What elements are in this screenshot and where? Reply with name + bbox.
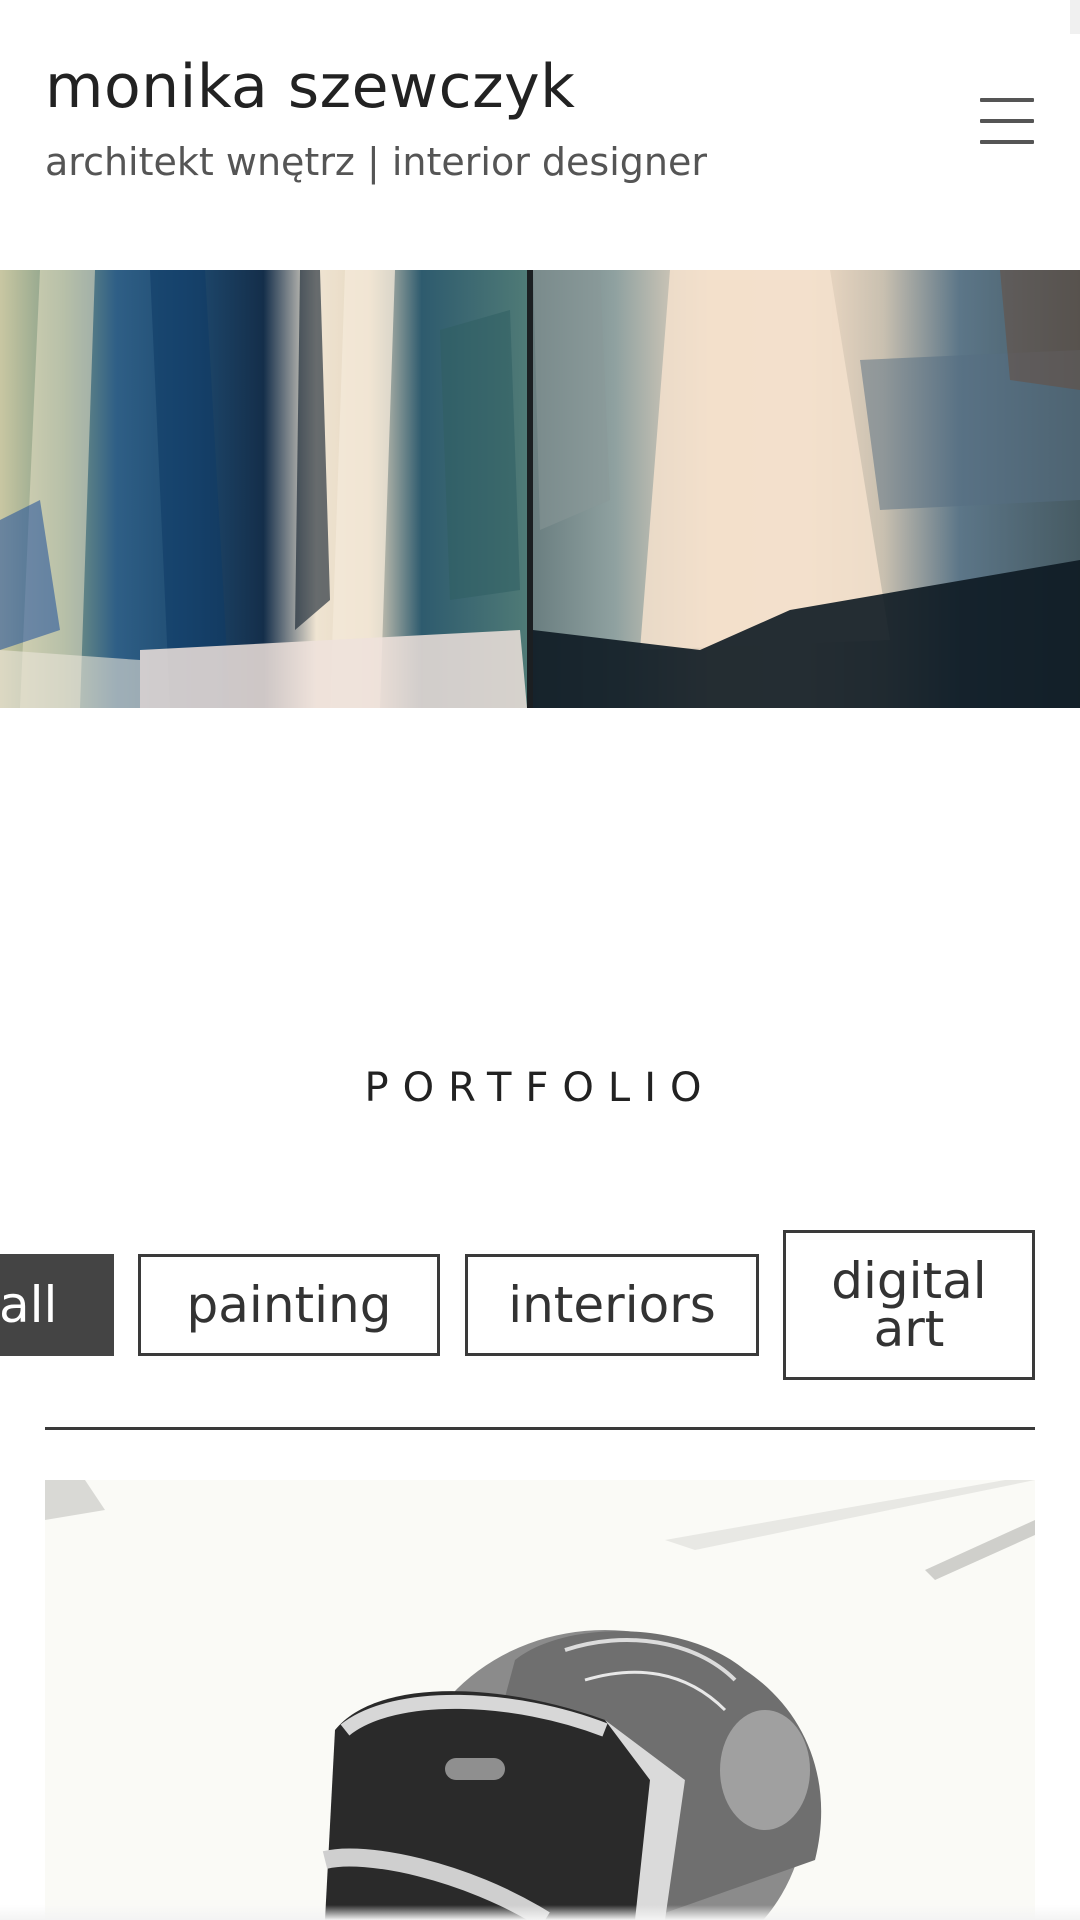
site-header: monika szewczyk architekt wnętrz | inter… bbox=[0, 0, 1080, 270]
hamburger-menu-icon[interactable] bbox=[980, 98, 1034, 146]
hero-painting-image bbox=[0, 270, 1080, 708]
filter-interiors-button[interactable]: interiors bbox=[465, 1254, 759, 1356]
filter-interiors-label: interiors bbox=[508, 1276, 716, 1334]
section-divider bbox=[45, 1427, 1035, 1430]
portfolio-item-vr-portrait[interactable] bbox=[45, 1480, 1035, 1920]
site-subtitle: architekt wnętrz | interior designer bbox=[45, 140, 707, 184]
filter-painting-label: painting bbox=[186, 1276, 392, 1334]
portfolio-heading: PORTFOLIO bbox=[364, 1065, 716, 1112]
filter-all-label: all bbox=[0, 1276, 58, 1334]
portfolio-filter-bar: all painting interiors digital art bbox=[0, 1230, 1080, 1380]
bottom-edge-shadow bbox=[0, 1905, 1080, 1920]
filter-digital-art-button[interactable]: digital art bbox=[783, 1230, 1035, 1380]
site-title[interactable]: monika szewczyk bbox=[45, 52, 575, 122]
filter-art-label: art bbox=[873, 1300, 945, 1358]
vr-headset-portrait-image bbox=[45, 1480, 1035, 1920]
filter-all-button[interactable]: all bbox=[0, 1254, 114, 1356]
filter-digital-label: digital bbox=[831, 1252, 987, 1310]
filter-painting-button[interactable]: painting bbox=[138, 1254, 440, 1356]
